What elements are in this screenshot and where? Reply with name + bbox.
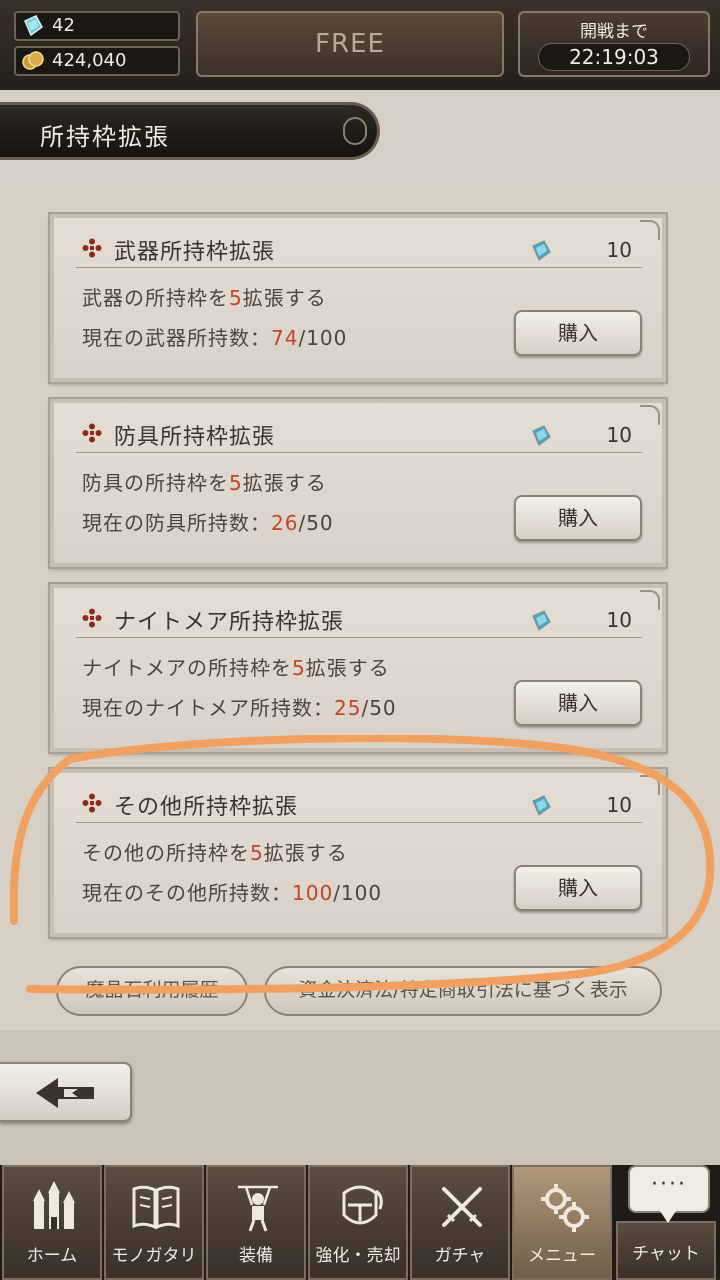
chat-bubble-icon[interactable]: ····	[628, 1165, 710, 1223]
battle-timer-value: 22:19:03	[538, 43, 690, 71]
battle-timer-box[interactable]: 開戦まで 22:19:03	[518, 11, 710, 77]
card-header: 武器所持枠拡張 10	[76, 228, 642, 268]
nav-menu[interactable]: メニュー	[512, 1165, 612, 1280]
coin-icon	[22, 51, 44, 70]
card-other-expansion: その他所持枠拡張 10 その他の所持枠を5拡張する 現在のその他所持数：100/…	[48, 767, 668, 939]
card-current-count: 現在のその他所持数：100/100	[82, 881, 383, 905]
card-weapon-expansion: 武器所持枠拡張 10 武器の所持枠を5拡張する 現在の武器所持数：74/100 …	[48, 212, 668, 384]
buy-button-armor[interactable]: 購入	[514, 495, 642, 541]
card-title: その他所持枠拡張	[114, 795, 299, 820]
nav-enhance-label: 強化・売却	[315, 1246, 401, 1266]
crossed-swords-icon	[442, 1187, 482, 1227]
card-description: ナイトメアの所持枠を5拡張する	[82, 656, 390, 680]
page-title: 所持枠拡張	[40, 123, 170, 151]
card-cost: 10	[606, 608, 632, 632]
card-header: ナイトメア所持枠拡張 10	[76, 598, 642, 638]
coin-counter: 424,040	[14, 46, 180, 76]
card-nightmare-expansion: ナイトメア所持枠拡張 10 ナイトメアの所持枠を5拡張する 現在のナイトメア所持…	[48, 582, 668, 754]
nav-gacha-label: ガチャ	[434, 1246, 486, 1266]
card-description: 武器の所持枠を5拡張する	[82, 286, 327, 310]
castle-icon	[33, 1181, 75, 1229]
back-button[interactable]	[0, 1062, 132, 1122]
nav-home[interactable]: ホーム	[2, 1165, 102, 1280]
card-header: 防具所持枠拡張 10	[76, 413, 642, 453]
buy-button-weapon[interactable]: 購入	[514, 310, 642, 356]
nav-enhance[interactable]: 強化・売却	[308, 1165, 408, 1280]
gem-usage-history-button[interactable]: 魔晶石利用履歴	[56, 966, 248, 1016]
gem-icon	[532, 795, 551, 816]
gears-icon	[541, 1184, 589, 1232]
card-cost: 10	[606, 238, 632, 262]
card-current-count: 現在の防具所持数：26/50	[82, 511, 334, 535]
card-cost: 10	[606, 793, 632, 817]
card-description: その他の所持枠を5拡張する	[82, 841, 348, 865]
gem-counter: 42	[14, 11, 180, 41]
nav-chat-label: チャット	[632, 1244, 700, 1264]
card-cost: 10	[606, 423, 632, 447]
gem-icon	[532, 240, 551, 261]
card-title: 武器所持枠拡張	[114, 240, 276, 265]
battle-timer-label: 開戦まで	[580, 22, 648, 42]
card-title: 防具所持枠拡張	[114, 425, 276, 450]
nav-home-label: ホーム	[26, 1246, 78, 1266]
nav-story[interactable]: モノガタリ	[104, 1165, 204, 1280]
nav-menu-label: メニュー	[528, 1246, 596, 1266]
fleur-ornament-icon	[82, 793, 102, 813]
card-armor-expansion: 防具所持枠拡張 10 防具の所持枠を5拡張する 現在の防具所持数：26/50 購…	[48, 397, 668, 569]
free-button[interactable]: FREE	[196, 11, 504, 77]
ornament-icon	[343, 117, 367, 145]
nav-story-label: モノガタリ	[111, 1246, 197, 1266]
gem-count: 42	[52, 15, 75, 36]
card-current-count: 現在の武器所持数：74/100	[82, 326, 348, 350]
fleur-ornament-icon	[82, 423, 102, 443]
helmet-icon	[342, 1185, 383, 1225]
nav-chat[interactable]: チャット	[616, 1221, 716, 1280]
card-header: その他所持枠拡張 10	[76, 783, 642, 823]
puppet-icon	[238, 1185, 278, 1232]
gem-icon	[24, 15, 43, 37]
legal-notice-button[interactable]: 資金決済法/特定商取引法に基づく表示	[264, 966, 662, 1016]
fleur-ornament-icon	[82, 238, 102, 258]
card-current-count: 現在のナイトメア所持数：25/50	[82, 696, 397, 720]
top-bar: 42 424,040 FREE 開戦まで 22:19:03	[0, 0, 720, 90]
nav-equip[interactable]: 装備	[206, 1165, 306, 1280]
buy-button-other[interactable]: 購入	[514, 865, 642, 911]
page-title-bar: 所持枠拡張	[0, 102, 380, 160]
coin-count: 424,040	[52, 50, 127, 71]
buy-button-nightmare[interactable]: 購入	[514, 680, 642, 726]
back-arrow-icon	[36, 1078, 94, 1108]
book-icon	[132, 1185, 180, 1230]
card-title: ナイトメア所持枠拡張	[114, 610, 345, 635]
nav-gacha[interactable]: ガチャ	[410, 1165, 510, 1280]
nav-equip-label: 装備	[239, 1246, 273, 1266]
bottom-nav: ホーム モノガタリ 装備 強化・売却 ガチャ メニュー チャット	[0, 1165, 720, 1280]
gem-icon	[532, 425, 551, 446]
gem-icon	[532, 610, 551, 631]
fleur-ornament-icon	[82, 608, 102, 628]
card-description: 防具の所持枠を5拡張する	[82, 471, 327, 495]
